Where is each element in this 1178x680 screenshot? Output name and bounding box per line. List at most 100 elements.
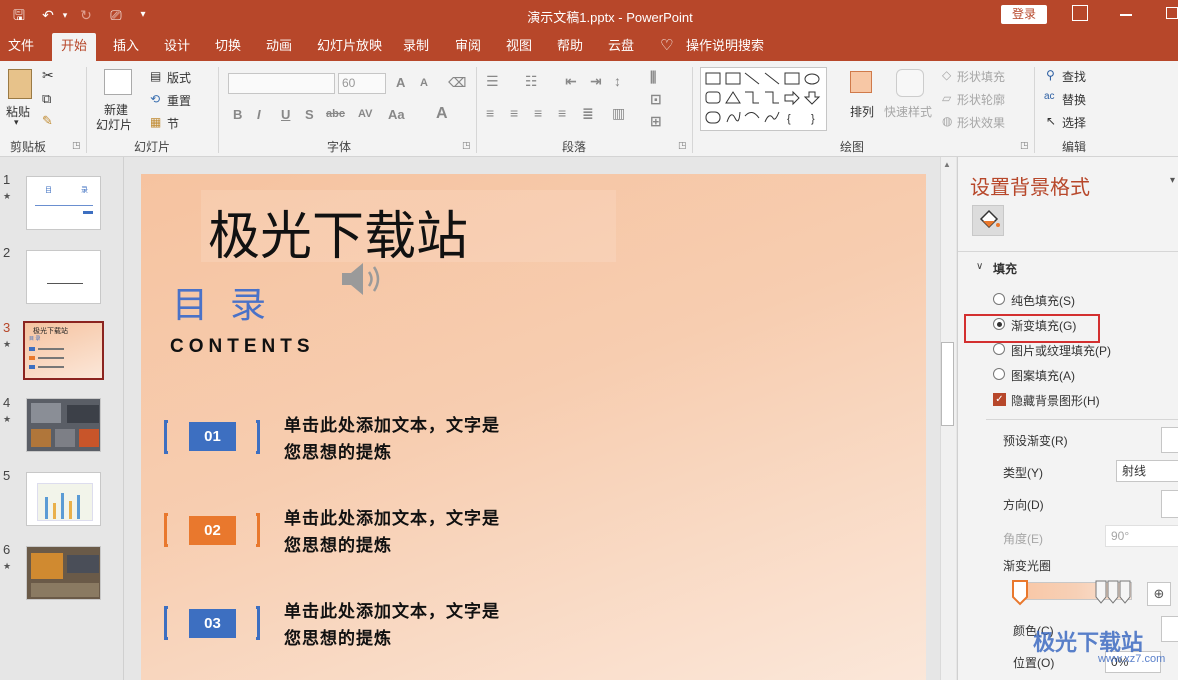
numbering-icon[interactable]: ☷: [525, 73, 538, 90]
quick-styles-icon[interactable]: [896, 69, 924, 97]
layout-icon[interactable]: ▤: [150, 69, 161, 83]
item-3-text[interactable]: 单击此处添加文本，文字是 您思想的提炼: [284, 598, 544, 652]
font-color-icon[interactable]: A: [436, 105, 448, 123]
tab-slideshow[interactable]: 幻灯片放映: [317, 30, 382, 61]
align-left-icon[interactable]: ≡: [486, 105, 494, 121]
text-direction-icon[interactable]: ⫼: [650, 69, 656, 86]
select-icon[interactable]: ↖: [1046, 114, 1056, 128]
tab-file[interactable]: 文件: [8, 30, 34, 61]
cut-icon[interactable]: ✂: [42, 67, 54, 84]
justify-icon[interactable]: ≡: [558, 105, 566, 121]
shape-fill-button[interactable]: 形状填充: [957, 68, 1005, 85]
customize-toolbar-icon[interactable]: ▾: [136, 6, 150, 24]
tell-me-search[interactable]: 操作说明搜索: [686, 30, 764, 61]
undo-icon[interactable]: ↶: [38, 6, 58, 24]
tab-record[interactable]: 录制: [403, 30, 429, 61]
increase-indent-icon[interactable]: ⇥: [590, 73, 602, 90]
font-size-dropdown[interactable]: 60: [338, 73, 386, 94]
slide-thumbnail-1[interactable]: 目 录: [26, 176, 101, 230]
login-button[interactable]: 登录: [1001, 5, 1047, 24]
gradient-stops-group[interactable]: [1094, 579, 1142, 607]
select-button[interactable]: 选择: [1062, 114, 1086, 131]
strikethrough-icon[interactable]: abc: [326, 108, 345, 120]
maximize-icon[interactable]: [1166, 7, 1178, 19]
item-2-number-badge[interactable]: 02: [189, 516, 236, 545]
font-name-dropdown[interactable]: [228, 73, 335, 94]
picture-fill-radio[interactable]: [993, 343, 1005, 355]
solid-fill-radio[interactable]: [993, 293, 1005, 305]
speaker-icon[interactable]: [339, 260, 387, 298]
underline-icon[interactable]: U: [281, 107, 290, 122]
bold-icon[interactable]: B: [233, 107, 242, 122]
reset-icon[interactable]: ⟲: [150, 92, 160, 106]
fill-section-collapse-icon[interactable]: ∨: [976, 261, 983, 272]
angle-input[interactable]: 90°: [1105, 525, 1178, 547]
pattern-fill-radio[interactable]: [993, 368, 1005, 380]
agenda-subheading[interactable]: CONTENTS: [170, 336, 315, 358]
find-icon[interactable]: ⚲: [1046, 68, 1055, 82]
section-icon[interactable]: ▦: [150, 115, 161, 129]
undo-dropdown-icon[interactable]: ▾: [60, 6, 70, 24]
slide-title[interactable]: 极光下载站: [208, 194, 468, 269]
scroll-up-icon[interactable]: ▲: [943, 160, 951, 169]
paragraph-launcher-icon[interactable]: ◳: [678, 140, 687, 151]
hide-bg-checkbox[interactable]: ✓: [993, 393, 1006, 406]
new-slide-icon[interactable]: [104, 69, 132, 95]
add-gradient-stop-icon[interactable]: ⊕: [1147, 582, 1171, 606]
pattern-fill-label[interactable]: 图案填充(A): [1011, 367, 1075, 384]
slide-thumbnail-6[interactable]: [26, 546, 101, 600]
tab-transitions[interactable]: 切换: [215, 30, 241, 61]
tab-insert[interactable]: 插入: [113, 30, 139, 61]
quick-styles-button[interactable]: 快速样式: [884, 103, 932, 120]
new-slide-label-2[interactable]: 幻灯片: [96, 116, 132, 133]
copy-icon[interactable]: ⧉: [42, 91, 51, 107]
item-2-text[interactable]: 单击此处添加文本，文字是 您思想的提炼: [284, 505, 544, 559]
fill-section-header[interactable]: 填充: [993, 260, 1017, 277]
arrange-icon[interactable]: [850, 71, 872, 93]
arrange-button[interactable]: 排列: [850, 103, 874, 120]
replace-button[interactable]: 替换: [1062, 91, 1086, 108]
hide-bg-label[interactable]: 隐藏背景图形(H): [1011, 392, 1100, 409]
picture-fill-label[interactable]: 图片或纹理填充(P): [1011, 342, 1111, 359]
line-spacing-icon[interactable]: ↕: [614, 73, 621, 89]
paste-dropdown-icon[interactable]: ▾: [14, 117, 19, 128]
agenda-heading[interactable]: 目 录: [172, 276, 272, 328]
distributed-icon[interactable]: ≣: [582, 105, 594, 122]
direction-button[interactable]: [1161, 490, 1178, 518]
preset-gradient-button[interactable]: [1161, 427, 1178, 453]
format-painter-icon[interactable]: ✎: [42, 113, 53, 129]
change-case-icon[interactable]: Aa: [388, 107, 405, 122]
slide-thumbnail-4[interactable]: [26, 398, 101, 452]
shape-effects-icon[interactable]: ◍: [942, 114, 952, 128]
columns-icon[interactable]: ▥: [612, 105, 625, 122]
item-1-number-badge[interactable]: 01: [189, 422, 236, 451]
tab-home[interactable]: 开始: [52, 33, 97, 61]
tab-help[interactable]: 帮助: [557, 30, 583, 61]
align-text-icon[interactable]: ⊡: [650, 91, 662, 108]
layout-button[interactable]: 版式: [167, 69, 191, 86]
italic-icon[interactable]: I: [257, 107, 261, 122]
solid-fill-label[interactable]: 纯色填充(S): [1011, 292, 1075, 309]
decrease-font-icon[interactable]: A: [420, 77, 428, 89]
pane-options-icon[interactable]: ▾: [1170, 175, 1175, 186]
ribbon-display-options-icon[interactable]: [1072, 5, 1088, 21]
decrease-indent-icon[interactable]: ⇤: [565, 73, 577, 90]
start-from-beginning-icon[interactable]: ⎚: [106, 6, 126, 24]
gradient-stop-1[interactable]: [1011, 579, 1031, 607]
save-icon[interactable]: 🖫: [10, 6, 28, 24]
tab-design[interactable]: 设计: [164, 30, 190, 61]
item-3-number-badge[interactable]: 03: [189, 609, 236, 638]
slide-thumbnail-3[interactable]: 极光下载站 目 录: [23, 321, 104, 380]
shape-outline-button[interactable]: 形状轮廓: [957, 91, 1005, 108]
clipboard-launcher-icon[interactable]: ◳: [72, 140, 81, 151]
shapes-gallery[interactable]: { }: [700, 67, 836, 131]
char-spacing-icon[interactable]: AV: [358, 108, 372, 120]
color-picker-button[interactable]: [1161, 616, 1178, 642]
redo-icon[interactable]: ↻: [76, 6, 96, 24]
tab-review[interactable]: 审阅: [455, 30, 481, 61]
tab-view[interactable]: 视图: [506, 30, 532, 61]
reset-button[interactable]: 重置: [167, 92, 191, 109]
slide-thumbnail-5[interactable]: [26, 472, 101, 526]
section-button[interactable]: 节: [167, 115, 179, 132]
find-button[interactable]: 查找: [1062, 68, 1086, 85]
